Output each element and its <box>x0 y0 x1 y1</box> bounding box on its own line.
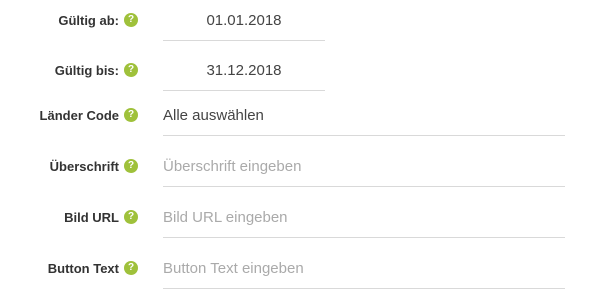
country-code-row: Länder Code ? Alle auswählen <box>0 95 600 136</box>
help-icon[interactable]: ? <box>124 108 138 122</box>
valid-to-row: Gültig bis: ? <box>0 50 600 91</box>
form: Gültig ab: ? Gültig bis: ? Länder Code ?… <box>0 0 600 308</box>
button-text-label: Button Text <box>47 260 119 276</box>
heading-label-group: Überschrift ? <box>50 146 138 186</box>
help-icon[interactable]: ? <box>124 210 138 224</box>
help-icon[interactable]: ? <box>124 13 138 27</box>
heading-input[interactable] <box>163 146 565 187</box>
country-code-label: Länder Code <box>39 107 119 123</box>
valid-from-input[interactable] <box>163 0 325 41</box>
heading-row: Überschrift ? <box>0 146 600 187</box>
country-code-select[interactable]: Alle auswählen <box>163 95 565 136</box>
valid-from-row: Gültig ab: ? <box>0 0 600 41</box>
valid-to-input[interactable] <box>163 50 325 91</box>
image-url-row: Bild URL ? <box>0 197 600 238</box>
heading-label: Überschrift <box>49 158 119 174</box>
button-text-input[interactable] <box>163 248 565 289</box>
valid-from-label: Gültig ab: <box>58 12 119 28</box>
country-code-label-group: Länder Code ? <box>40 95 138 135</box>
valid-to-label-group: Gültig bis: ? <box>55 50 138 90</box>
button-text-label-group: Button Text ? <box>48 248 138 288</box>
button-text-row: Button Text ? <box>0 248 600 289</box>
valid-from-label-group: Gültig ab: ? <box>58 0 138 40</box>
help-icon[interactable]: ? <box>124 63 138 77</box>
image-url-label-group: Bild URL ? <box>64 197 138 237</box>
help-icon[interactable]: ? <box>124 261 138 275</box>
valid-to-label: Gültig bis: <box>54 62 119 78</box>
help-icon[interactable]: ? <box>124 159 138 173</box>
image-url-label: Bild URL <box>64 209 119 225</box>
image-url-input[interactable] <box>163 197 565 238</box>
